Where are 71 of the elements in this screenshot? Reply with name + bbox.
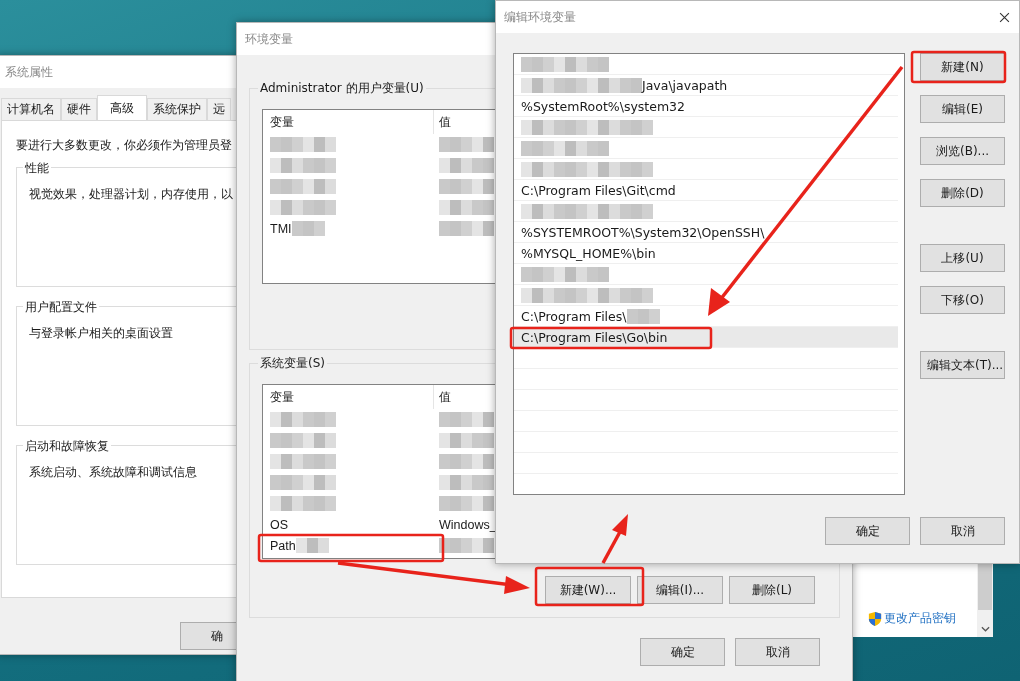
list-action-button[interactable]: 新建(W)...	[545, 576, 631, 604]
blurred-redaction	[270, 454, 336, 469]
shield-icon	[868, 611, 882, 627]
notice-text: 要进行大多数更改，你必须作为管理员登	[16, 137, 233, 154]
path-text: %SystemRoot%\system32	[521, 98, 685, 114]
blurred-redaction	[270, 412, 336, 427]
tab[interactable]: 高级	[97, 95, 147, 120]
arrow	[601, 514, 628, 564]
tab[interactable]: 计算机名	[1, 98, 61, 120]
group-description: 系统启动、系统故障和调试信息	[29, 464, 198, 481]
column-header[interactable]: 变量	[263, 113, 433, 131]
side-button[interactable]: 浏览(B)...	[920, 137, 1005, 165]
list-item[interactable]: %MYSQL_HOME%\bin	[514, 243, 898, 264]
group-title: Administrator 的用户变量(U)	[258, 80, 426, 97]
list-item[interactable]: Java\javapath	[514, 75, 898, 96]
list-item[interactable]: C:\Program Files\Go\bin	[514, 327, 898, 348]
tab[interactable]: 远	[207, 98, 231, 120]
path-text: %MYSQL_HOME%\bin	[521, 245, 656, 261]
group-title: 用户配置文件	[23, 299, 99, 316]
side-button[interactable]: 新建(N)	[920, 53, 1005, 81]
list-item[interactable]: %SYSTEMROOT%\System32\OpenSSH\	[514, 222, 898, 243]
chevron-down-icon[interactable]	[980, 626, 990, 632]
blurred-redaction	[270, 496, 336, 511]
blurred-redaction	[626, 308, 660, 324]
side-button[interactable]: 编辑文本(T)...	[920, 351, 1005, 379]
path-text: Java\javapath	[642, 77, 728, 93]
list-action-button[interactable]: 删除(L)	[729, 576, 815, 604]
path-text: C:\Program Files\	[521, 308, 627, 324]
list-item[interactable]	[514, 264, 898, 285]
table-cell: Path	[270, 538, 296, 553]
group-title: 性能	[23, 160, 51, 177]
table-cell: TMI	[270, 221, 292, 236]
side-button[interactable]: 删除(D)	[920, 179, 1005, 207]
list-item[interactable]: C:\Program Files\Git\cmd	[514, 180, 898, 201]
blurred-redaction	[270, 158, 336, 173]
close-icon[interactable]	[999, 11, 1010, 23]
dialog-button[interactable]: 确定	[825, 517, 910, 545]
blurred-redaction	[270, 433, 336, 448]
group-description: 与登录帐户相关的桌面设置	[29, 325, 174, 342]
group-title: 启动和故障恢复	[23, 438, 111, 455]
change-product-key-link[interactable]: 更改产品密钥	[884, 610, 956, 627]
group-description: 视觉效果，处理器计划，内存使用，以	[29, 186, 234, 203]
dialog-button[interactable]: 取消	[920, 517, 1005, 545]
list-item[interactable]	[514, 201, 898, 222]
blurred-redaction	[270, 179, 336, 194]
column-header[interactable]: 变量	[263, 388, 433, 406]
tab[interactable]: 系统保护	[147, 98, 207, 120]
table-cell: Windows_	[439, 517, 497, 532]
tab[interactable]: 硬件	[61, 98, 97, 120]
side-button[interactable]: 下移(O)	[920, 286, 1005, 314]
list-item[interactable]	[514, 138, 898, 159]
list-action-button[interactable]: 编辑(I)...	[637, 576, 723, 604]
list-item[interactable]	[514, 159, 898, 180]
blurred-redaction	[291, 221, 325, 236]
list-item[interactable]	[514, 117, 898, 138]
path-text: C:\Program Files\Go\bin	[521, 329, 668, 345]
list-item[interactable]	[514, 285, 898, 306]
table-cell: OS	[270, 517, 289, 532]
window-title: 编辑环境变量	[504, 8, 576, 26]
dialog-button[interactable]: 取消	[735, 638, 820, 666]
list-item[interactable]: %SystemRoot%\system32	[514, 96, 898, 117]
group-title: 系统变量(S)	[258, 355, 327, 372]
path-text: %SYSTEMROOT%\System32\OpenSSH\	[521, 224, 765, 240]
blurred-redaction	[270, 200, 336, 215]
side-button[interactable]: 编辑(E)	[920, 95, 1005, 123]
blurred-redaction	[295, 538, 329, 553]
side-button[interactable]: 上移(U)	[920, 244, 1005, 272]
blurred-redaction	[270, 137, 336, 152]
path-text: C:\Program Files\Git\cmd	[521, 182, 676, 198]
blurred-redaction	[270, 475, 336, 490]
dialog-button[interactable]: 确定	[640, 638, 725, 666]
